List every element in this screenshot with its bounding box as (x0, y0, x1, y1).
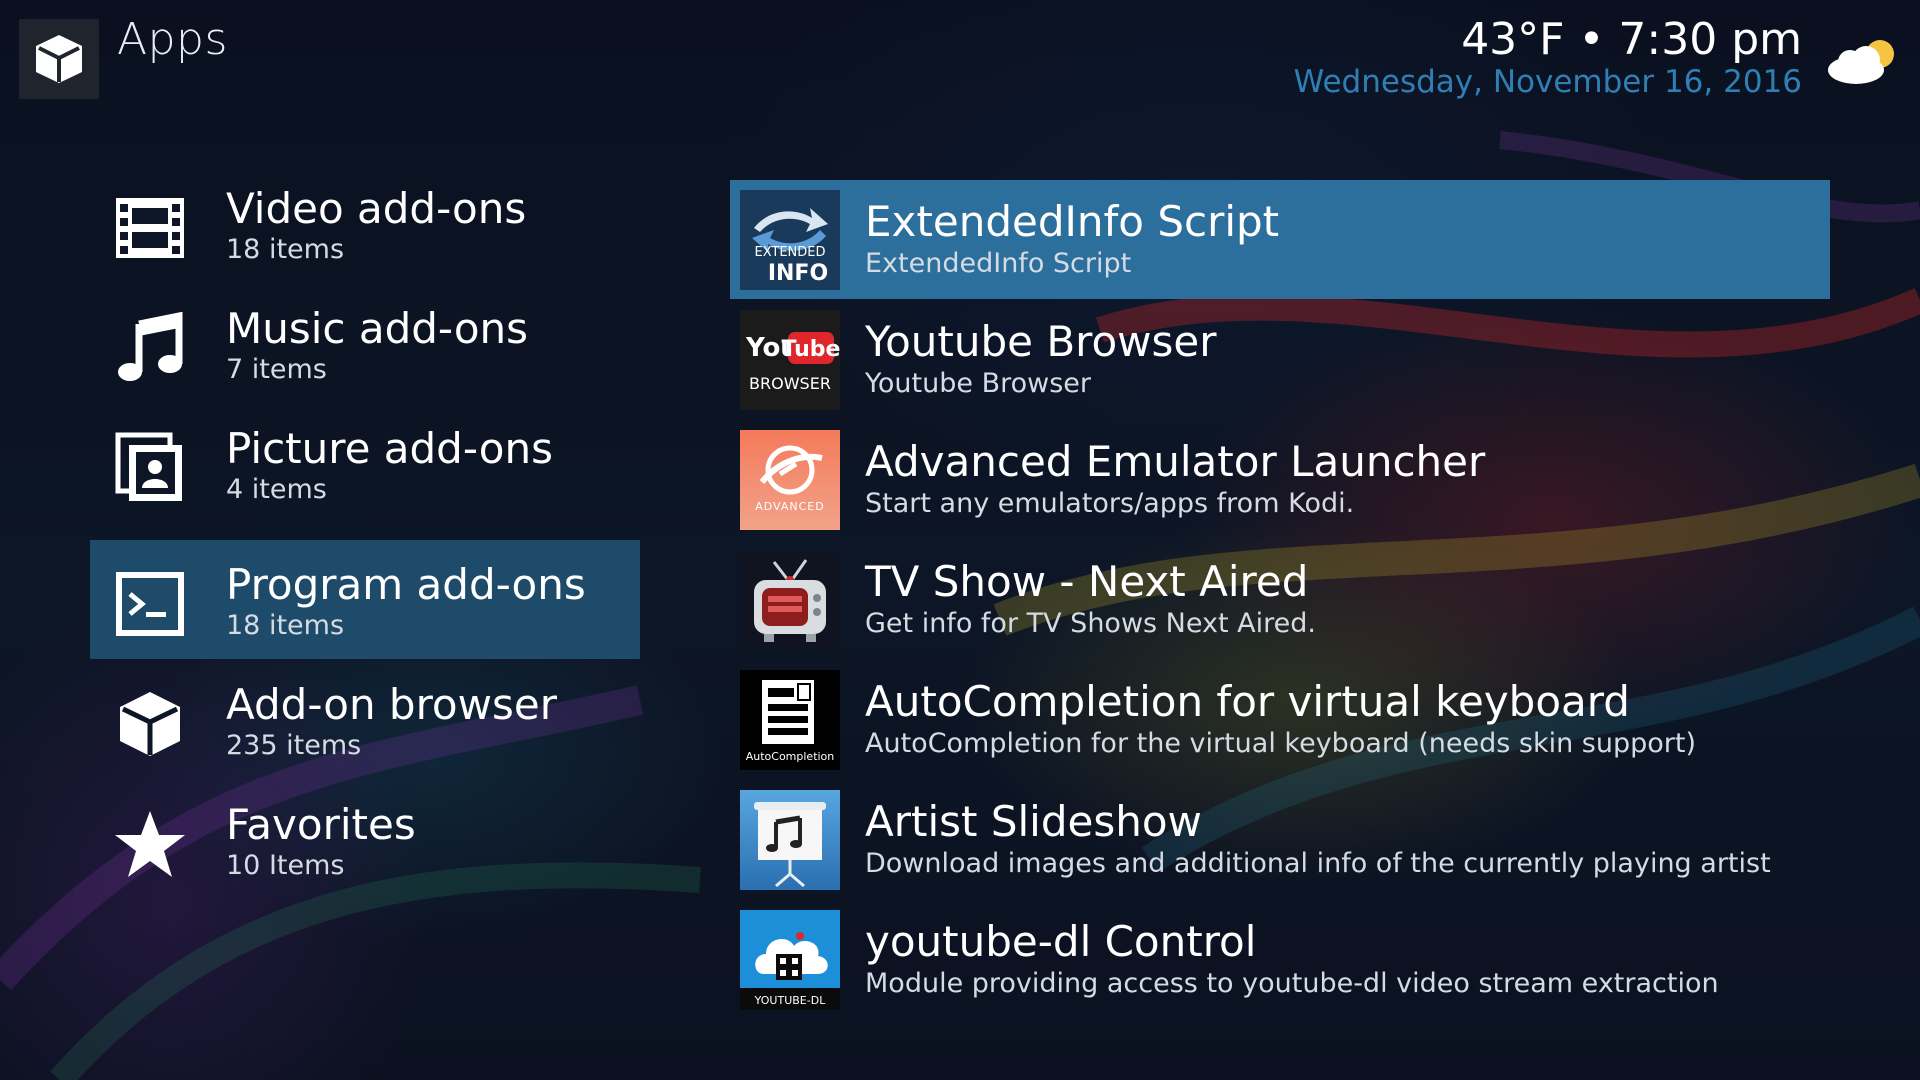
app-screen: Apps 43°F • 7:30 pm Wednesday, November … (0, 0, 1920, 1080)
thumb-text: INFO (768, 261, 828, 286)
addon-title: Youtube Browser (865, 317, 1217, 366)
addon-description: ExtendedInfo Script (865, 248, 1132, 279)
thumb-text: EXTENDED (754, 245, 825, 260)
addon-autocompletion[interactable]: AutoCompletion AutoCompletion for virtua… (730, 660, 1830, 779)
addon-description: Get info for TV Shows Next Aired. (865, 608, 1316, 639)
addon-title: ExtendedInfo Script (865, 197, 1280, 246)
page-title: Apps (117, 14, 228, 65)
category-addon-browser[interactable]: Add-on browser 235 items (90, 660, 640, 779)
category-count: 235 items (226, 730, 362, 761)
addon-tv-show-next-aired[interactable]: TV Show - Next Aired Get info for TV Sho… (730, 540, 1830, 659)
thumb-text: Tube (782, 337, 840, 362)
terminal-icon (114, 568, 186, 640)
category-title: Program add-ons (226, 560, 586, 609)
addon-description: Download images and additional info of t… (865, 848, 1771, 879)
addon-description: AutoCompletion for the virtual keyboard … (865, 728, 1696, 759)
addon-title: youtube-dl Control (865, 917, 1257, 966)
advanced-emulator-launcher-thumb: ADVANCED (740, 430, 840, 530)
addon-youtube-dl-control[interactable]: YOUTUBE-DL youtube-dl Control Module pro… (730, 900, 1830, 1019)
music-note-icon (114, 312, 186, 384)
category-count: 7 items (226, 354, 327, 385)
package-icon (36, 35, 82, 83)
category-title: Favorites (226, 800, 416, 849)
addon-description: Youtube Browser (865, 368, 1091, 399)
category-count: 4 items (226, 474, 327, 505)
category-count: 10 Items (226, 850, 345, 881)
current-date: Wednesday, November 16, 2016 (1293, 64, 1802, 100)
youtube-browser-thumb: You Tube BROWSER (740, 310, 840, 410)
thumb-text: ADVANCED (755, 500, 824, 513)
addon-title: TV Show - Next Aired (865, 557, 1309, 606)
category-title: Picture add-ons (226, 424, 553, 473)
addon-title: AutoCompletion for virtual keyboard (865, 677, 1630, 726)
category-title: Music add-ons (226, 304, 529, 353)
film-icon (114, 192, 186, 264)
addon-title: Advanced Emulator Launcher (865, 437, 1486, 486)
thumb-text: AutoCompletion (746, 750, 835, 763)
extendedinfo-thumb: EXTENDED INFO (740, 190, 840, 290)
star-icon (114, 808, 186, 880)
autocompletion-thumb: AutoCompletion (740, 670, 840, 770)
apps-tile[interactable] (19, 19, 99, 99)
thumb-text: BROWSER (749, 374, 831, 393)
artist-slideshow-thumb (740, 790, 840, 890)
category-video-addons[interactable]: Video add-ons 18 items (90, 164, 640, 283)
addon-extendedinfo-script[interactable]: EXTENDED INFO ExtendedInfo Script Extend… (730, 180, 1830, 299)
category-favorites[interactable]: Favorites 10 Items (90, 780, 640, 899)
category-count: 18 items (226, 234, 345, 265)
addon-advanced-emulator-launcher[interactable]: ADVANCED Advanced Emulator Launcher Star… (730, 420, 1830, 539)
weather-time: 43°F • 7:30 pm (1461, 14, 1802, 65)
category-program-addons[interactable]: Program add-ons 18 items (90, 540, 640, 659)
category-music-addons[interactable]: Music add-ons 7 items (90, 284, 640, 403)
partly-cloudy-icon (1828, 40, 1894, 84)
addon-youtube-browser[interactable]: You Tube BROWSER Youtube Browser Youtube… (730, 300, 1830, 419)
thumb-text: YOUTUBE-DL (754, 994, 827, 1007)
addon-artist-slideshow[interactable]: Artist Slideshow Download images and add… (730, 780, 1830, 899)
category-picture-addons[interactable]: Picture add-ons 4 items (90, 404, 640, 523)
category-count: 18 items (226, 610, 345, 641)
tv-show-next-aired-thumb (740, 550, 840, 650)
addon-description: Start any emulators/apps from Kodi. (865, 488, 1355, 519)
category-title: Add-on browser (226, 680, 557, 729)
addon-description: Module providing access to youtube-dl vi… (865, 968, 1719, 999)
category-title: Video add-ons (226, 184, 527, 233)
package-icon (114, 688, 186, 760)
youtube-dl-thumb: YOUTUBE-DL (740, 910, 840, 1010)
addon-title: Artist Slideshow (865, 797, 1202, 846)
picture-icon (114, 432, 186, 504)
